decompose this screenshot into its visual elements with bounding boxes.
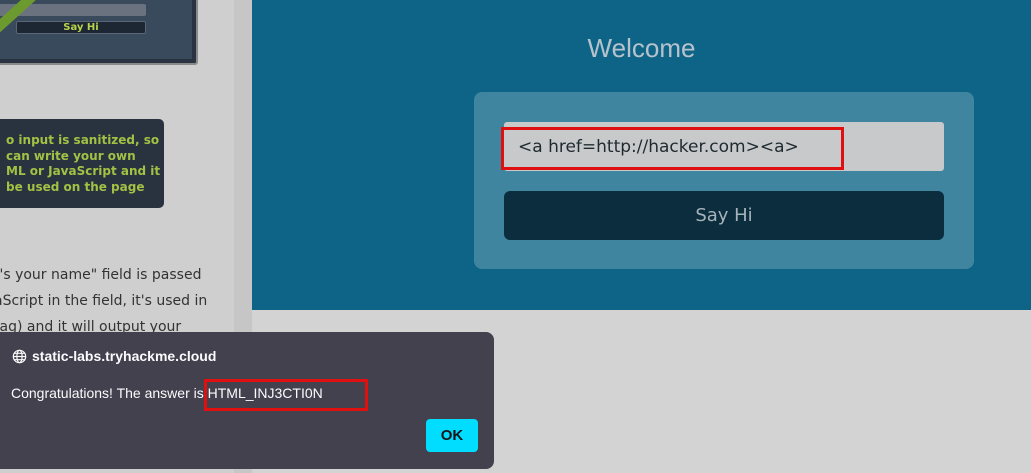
alert-origin: static-labs.tryhackme.cloud [12,348,216,364]
tip-line: o input is sanitized, so [6,133,160,147]
welcome-panel: Welcome Say Hi [252,0,1031,310]
name-form: Say Hi [474,92,974,269]
say-hi-button[interactable]: Say Hi [504,191,944,240]
article-line: aScript in the field, it's used in [0,293,208,309]
name-input[interactable] [504,122,944,171]
alert-dialog: static-labs.tryhackme.cloud Congratulati… [0,332,494,469]
alert-message: Congratulations! The answer is HTML_INJ3… [11,385,323,401]
globe-icon [12,349,27,364]
article-body: t's your name" field is passed aScript i… [0,262,207,340]
preview-say-hi-button: Say Hi [16,21,146,34]
tip-line: be used on the page [6,179,145,194]
tip-line: can write your own [6,148,136,163]
alert-origin-text: static-labs.tryhackme.cloud [32,348,217,364]
welcome-title: Welcome [587,33,696,63]
tip-callout: o input is sanitized, so can write your … [0,119,164,208]
tip-line: ML or JavaScript and it [6,164,161,178]
article-line: t's your name" field is passed [0,267,202,283]
preview-screenshot: Say Hi [0,0,198,65]
ok-button[interactable]: OK [426,419,478,452]
